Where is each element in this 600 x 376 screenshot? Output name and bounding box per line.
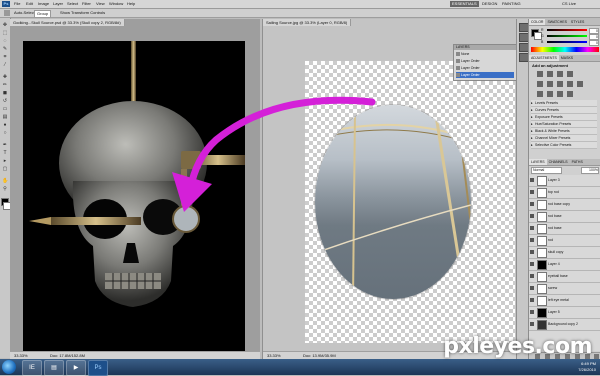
taskbar-ie[interactable]: IE [22, 360, 42, 376]
start-button[interactable] [2, 360, 16, 374]
system-clock[interactable]: 6:49 PM 7/26/2010 [578, 361, 596, 373]
taskbar-explorer[interactable]: ▤ [44, 360, 64, 376]
taskbar-photoshop[interactable]: Ps [88, 360, 108, 376]
annotation-arrow [172, 96, 376, 212]
watermark: pxleyes.com [443, 334, 592, 359]
taskbar-media[interactable]: ▶ [66, 360, 86, 376]
windows-taskbar: IE ▤ ▶ Ps 6:49 PM 7/26/2010 [0, 359, 600, 376]
